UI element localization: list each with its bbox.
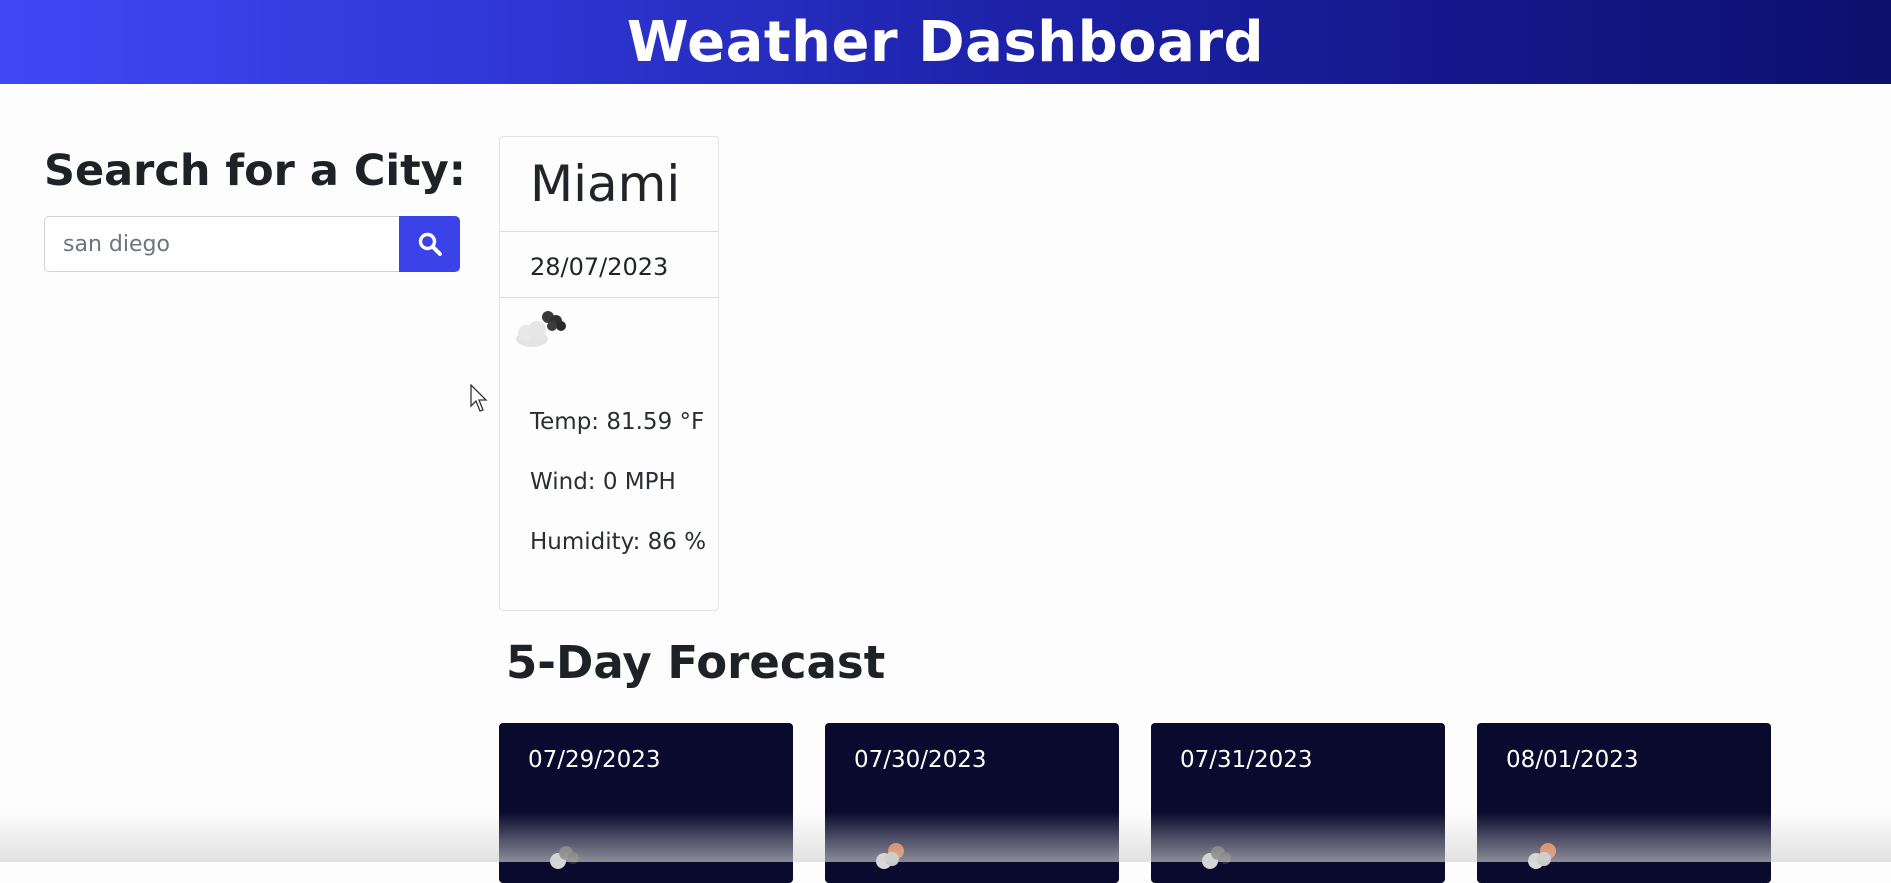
cloud-icon bbox=[544, 841, 588, 875]
search-group bbox=[44, 216, 460, 272]
cloud-icon bbox=[510, 307, 570, 355]
forecast-date: 07/29/2023 bbox=[528, 747, 661, 773]
search-button[interactable] bbox=[399, 216, 460, 272]
forecast-card: 07/30/2023 bbox=[825, 723, 1119, 883]
forecast-card: 07/29/2023 bbox=[499, 723, 793, 883]
app-header: Weather Dashboard bbox=[0, 0, 1891, 84]
cloud-icon bbox=[1196, 841, 1240, 875]
city-name: Miami bbox=[530, 155, 681, 213]
forecast-date: 07/31/2023 bbox=[1180, 747, 1313, 773]
card-divider bbox=[500, 297, 718, 298]
sun-cloud-icon bbox=[870, 841, 914, 875]
search-icon bbox=[418, 232, 442, 256]
humidity-text: Humidity: 86 % bbox=[530, 529, 707, 555]
current-date: 28/07/2023 bbox=[530, 253, 669, 281]
search-heading: Search for a City: bbox=[44, 146, 466, 196]
forecast-heading: 5-Day Forecast bbox=[506, 636, 886, 689]
forecast-date: 07/30/2023 bbox=[854, 747, 987, 773]
current-weather-card: Miami 28/07/2023 Temp: 81.59 °F Wind: 0 … bbox=[499, 136, 719, 611]
forecast-date: 08/01/2023 bbox=[1506, 747, 1639, 773]
city-search-input[interactable] bbox=[44, 216, 399, 272]
mouse-cursor-icon bbox=[470, 383, 490, 418]
forecast-card: 08/01/2023 bbox=[1477, 723, 1771, 883]
page-title: Weather Dashboard bbox=[626, 9, 1265, 75]
card-divider bbox=[500, 231, 718, 232]
sun-cloud-icon bbox=[1522, 841, 1566, 875]
temperature-text: Temp: 81.59 °F bbox=[530, 409, 705, 435]
forecast-card: 07/31/2023 bbox=[1151, 723, 1445, 883]
wind-text: Wind: 0 MPH bbox=[530, 469, 676, 495]
